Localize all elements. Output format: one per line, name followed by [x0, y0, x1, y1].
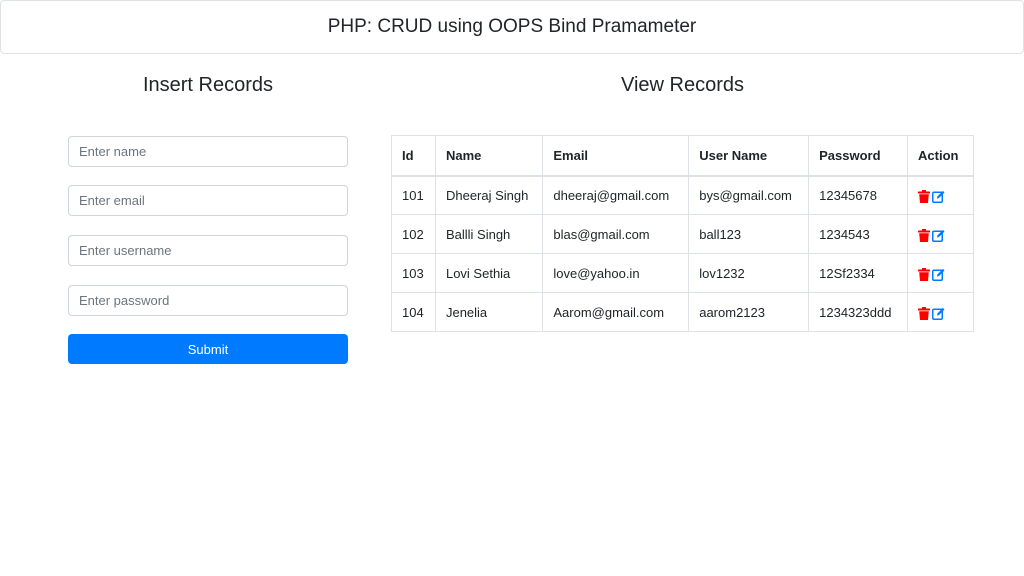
- username-input[interactable]: [68, 235, 348, 266]
- table-header-row: Id Name Email User Name Password Action: [391, 135, 974, 177]
- cell-id: 104: [391, 292, 436, 332]
- column-header-password: Password: [808, 135, 909, 177]
- cell-name: Dheeraj Singh: [434, 175, 544, 215]
- trash-icon[interactable]: [918, 267, 931, 281]
- password-input[interactable]: [68, 285, 348, 316]
- table-row: 102 Ballli Singh blas@gmail.com ball123 1234…: [391, 214, 974, 254]
- column-header-username: User Name: [688, 135, 810, 177]
- cell-action: [907, 214, 974, 254]
- edit-icon[interactable]: [932, 229, 945, 242]
- email-input[interactable]: [68, 185, 348, 216]
- trash-icon[interactable]: [918, 228, 931, 242]
- table-row: 103 Lovi Sethia love@yahoo.in lov1232 12Sf23…: [391, 253, 974, 293]
- column-header-email: Email: [542, 135, 690, 177]
- column-header-name: Name: [434, 135, 544, 177]
- trash-icon[interactable]: [918, 189, 931, 203]
- view-records-title: View Records: [620, 74, 745, 96]
- cell-email: blas@gmail.com: [542, 214, 690, 254]
- cell-password: 1234323ddd: [808, 292, 909, 332]
- cell-password: 1234543: [808, 214, 909, 254]
- cell-password: 12Sf2334: [808, 253, 909, 293]
- cell-email: dheeraj@gmail.com: [542, 175, 690, 215]
- cell-id: 103: [391, 253, 436, 293]
- cell-name: Lovi Sethia: [434, 253, 544, 293]
- insert-records-title: Insert Records: [142, 74, 274, 96]
- cell-action: [907, 175, 974, 215]
- cell-id: 101: [391, 175, 436, 215]
- records-table: Id Name Email User Name Password Action …: [391, 135, 974, 332]
- cell-email: Aarom@gmail.com: [542, 292, 690, 332]
- cell-password: 12345678: [808, 175, 909, 215]
- edit-icon[interactable]: [932, 307, 945, 320]
- table-row: 101 Dheeraj Singh dheeraj@gmail.com bys@gma…: [391, 175, 974, 215]
- app-header: PHP: CRUD using OOPS Bind Pramameter: [0, 0, 1024, 54]
- page-title: PHP: CRUD using OOPS Bind Pramameter: [327, 16, 697, 37]
- cell-username: lov1232: [688, 253, 810, 293]
- edit-icon[interactable]: [932, 268, 945, 281]
- trash-icon[interactable]: [918, 306, 931, 320]
- name-input[interactable]: [68, 136, 348, 167]
- submit-button[interactable]: Submit: [68, 334, 348, 364]
- edit-icon[interactable]: [932, 190, 945, 203]
- cell-username: bys@gmail.com: [688, 175, 810, 215]
- column-header-action: Action: [907, 135, 974, 177]
- cell-action: [907, 253, 974, 293]
- cell-name: Jenelia: [434, 292, 544, 332]
- column-header-id: Id: [391, 135, 436, 177]
- table-row: 104 Jenelia Aarom@gmail.com aarom2123 123432…: [391, 292, 974, 332]
- cell-username: aarom2123: [688, 292, 810, 332]
- cell-id: 102: [391, 214, 436, 254]
- cell-action: [907, 292, 974, 332]
- cell-username: ball123: [688, 214, 810, 254]
- cell-email: love@yahoo.in: [542, 253, 690, 293]
- cell-name: Ballli Singh: [434, 214, 544, 254]
